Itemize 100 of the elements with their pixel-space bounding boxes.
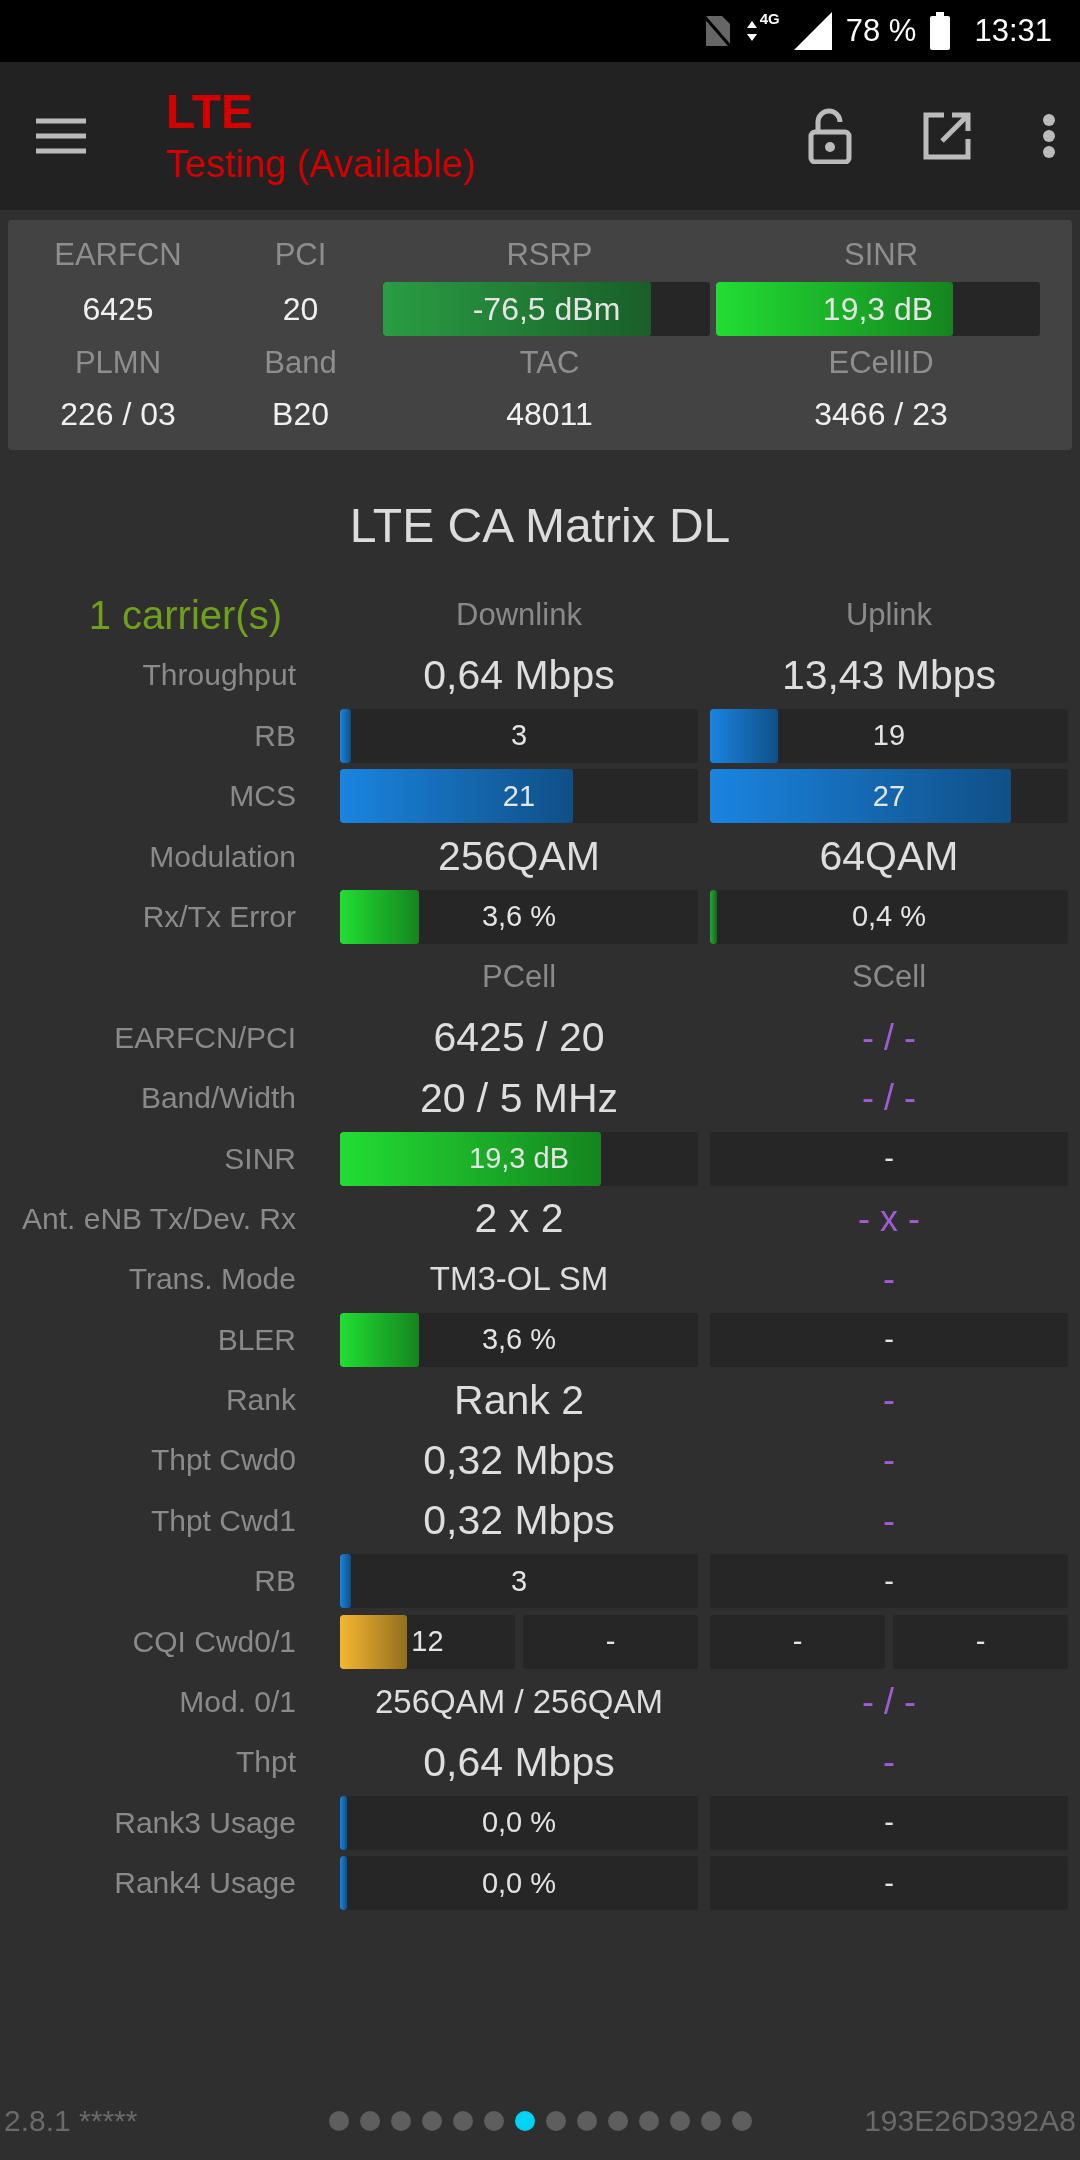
field-label: PLMN	[73, 345, 163, 381]
value-text: 6425 / 20	[432, 1014, 606, 1062]
bar-value: -	[884, 1323, 894, 1357]
version-text: 2.8.1 *****	[4, 2104, 139, 2138]
unavailable-text: -	[882, 1439, 896, 1482]
value-text: 0,32 Mbps	[422, 1436, 616, 1484]
lock-button[interactable]	[808, 108, 852, 164]
row-label: Thpt Cwd0	[150, 1443, 296, 1478]
bar-value: 19,3 dB	[822, 290, 934, 328]
menu-button[interactable]	[36, 118, 86, 154]
row-label: Mod. 0/1	[179, 1685, 296, 1720]
row-label: Ant. eNB Tx/Dev. Rx	[22, 1201, 296, 1236]
row-label: Rank3 Usage	[114, 1805, 296, 1840]
field-value: 20	[281, 290, 320, 328]
clock: 13:31	[974, 13, 1052, 49]
bar-value: 12	[411, 1625, 444, 1659]
bar-value: 3	[510, 1564, 528, 1598]
bar-value: -	[884, 1142, 894, 1175]
row-label: SINR	[224, 1141, 296, 1176]
more-vertical-icon	[1042, 113, 1056, 159]
page-indicator-dot[interactable]	[576, 2111, 597, 2131]
field-label: RSRP	[505, 237, 594, 273]
bar-value: -	[884, 1564, 894, 1598]
bar-value: 3,6 %	[481, 900, 557, 934]
bar-value: -76,5 dBm	[472, 290, 621, 328]
bar-value: 3,6 %	[481, 1323, 557, 1357]
column-heading: PCell	[480, 959, 558, 996]
row-label: CQI Cwd0/1	[132, 1624, 296, 1659]
field-value: B20	[271, 395, 330, 433]
unavailable-text: -	[882, 1741, 896, 1784]
bar-value: 0,0 %	[481, 1806, 557, 1840]
page-indicator-dot[interactable]	[452, 2111, 473, 2131]
bar-value: -	[792, 1625, 803, 1659]
row-label: RB	[254, 718, 296, 753]
row-label: Rank	[225, 1383, 296, 1418]
app-subtitle: Testing (Available)	[166, 142, 476, 187]
bar-value: -	[975, 1625, 986, 1659]
page-indicator-dot[interactable]	[483, 2111, 504, 2131]
value-text: TM3-OL SM	[428, 1260, 610, 1299]
bar-value: 21	[502, 779, 536, 813]
page-indicator-dot[interactable]	[669, 2111, 690, 2131]
unavailable-text: -	[882, 1499, 896, 1542]
value-text: 256QAM / 256QAM	[374, 1683, 664, 1722]
page-indicator-dot[interactable]	[359, 2111, 380, 2131]
row-label: MCS	[229, 779, 296, 814]
battery-icon	[930, 12, 951, 50]
carrier-count: 1 carrier(s)	[88, 592, 282, 638]
page-indicator-dot[interactable]	[545, 2111, 566, 2131]
bar-value: 27	[872, 779, 906, 813]
value-text: 64QAM	[818, 833, 960, 881]
column-heading: SCell	[850, 959, 928, 996]
page-indicator-dot[interactable]	[514, 2111, 535, 2131]
page-indicator-dot[interactable]	[328, 2111, 349, 2131]
unavailable-text: - / -	[861, 1016, 917, 1059]
row-label: Trans. Mode	[128, 1262, 296, 1297]
value-text: 0,32 Mbps	[422, 1497, 616, 1545]
bar-value: 19,3 dB	[469, 1142, 569, 1175]
bar-value: -	[884, 1806, 894, 1840]
unlocked-padlock-icon	[808, 108, 852, 164]
row-label: Rank4 Usage	[114, 1866, 296, 1901]
row-label: Modulation	[149, 839, 296, 874]
open-external-button[interactable]	[922, 111, 972, 161]
device-id: 193E26D392A8	[864, 2104, 1076, 2138]
section-title: LTE CA Matrix DL	[348, 498, 732, 554]
bar-value: 0,4 %	[851, 900, 927, 934]
field-label: SINR	[842, 237, 920, 273]
row-label: Throughput	[142, 658, 296, 693]
bar-value: -	[884, 1866, 894, 1900]
value-text: 20 / 5 MHz	[418, 1074, 620, 1122]
row-label: Thpt Cwd1	[150, 1503, 296, 1538]
field-value: 48011	[505, 395, 594, 433]
external-link-icon	[922, 111, 972, 161]
more-options-button[interactable]	[1042, 113, 1056, 159]
page-indicator-dot[interactable]	[638, 2111, 659, 2131]
unavailable-text: - / -	[861, 1681, 917, 1724]
network-type: 4G	[759, 10, 780, 27]
field-label: ECellID	[827, 345, 935, 381]
unavailable-text: - / -	[861, 1077, 917, 1120]
page-indicator-dot[interactable]	[607, 2111, 628, 2131]
bar-value: 3	[510, 719, 528, 753]
unavailable-text: - x -	[857, 1197, 921, 1240]
signal-icon	[793, 12, 832, 50]
value-text: 0,64 Mbps	[422, 651, 616, 699]
field-value: 6425	[81, 290, 155, 328]
row-label: RB	[254, 1564, 296, 1599]
page-indicator-dot[interactable]	[700, 2111, 721, 2131]
bar-value: 19	[872, 719, 906, 753]
battery-percent: 78 %	[845, 13, 917, 49]
field-label: PCI	[273, 237, 328, 273]
value-text: 256QAM	[437, 833, 601, 881]
row-label: Band/Width	[140, 1081, 296, 1116]
page-indicator-dot[interactable]	[731, 2111, 752, 2131]
field-label: TAC	[518, 345, 581, 381]
page-indicator-dot[interactable]	[421, 2111, 442, 2131]
field-label: Band	[263, 345, 338, 381]
value-text: 0,64 Mbps	[422, 1738, 616, 1786]
row-label: Rx/Tx Error	[142, 899, 296, 934]
page-indicator-dot[interactable]	[390, 2111, 411, 2131]
column-heading: Downlink	[455, 597, 583, 633]
column-heading: Uplink	[844, 597, 934, 633]
